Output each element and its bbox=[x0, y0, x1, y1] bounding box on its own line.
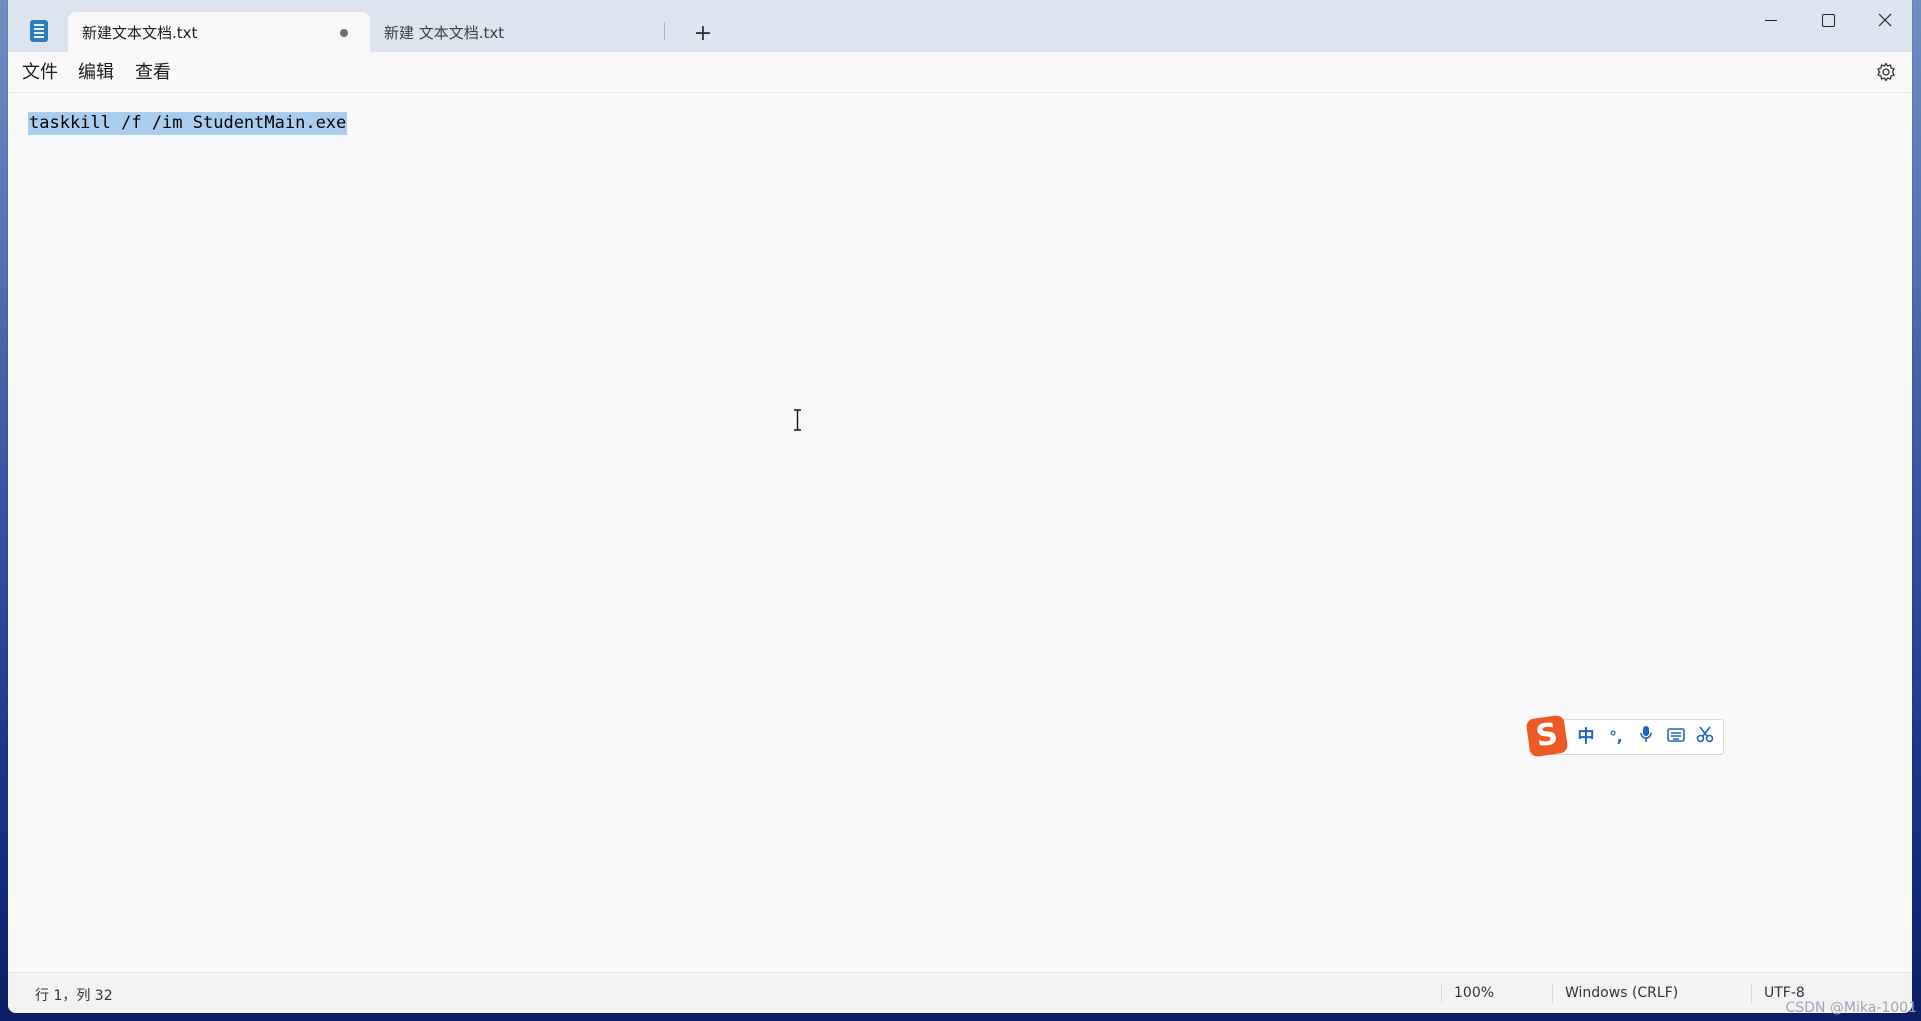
maximize-button[interactable] bbox=[1799, 0, 1857, 40]
maximize-icon bbox=[1821, 13, 1835, 27]
status-divider bbox=[1552, 983, 1553, 1003]
menu-view[interactable]: 查看 bbox=[135, 60, 171, 86]
settings-gear-icon[interactable] bbox=[1876, 62, 1896, 82]
mic-icon[interactable] bbox=[1634, 725, 1658, 749]
ime-punctuation-toggle[interactable]: °, bbox=[1604, 725, 1628, 749]
status-bar: 行 1，列 32 100% Windows (CRLF) UTF-8 bbox=[8, 972, 1912, 1013]
close-button[interactable] bbox=[1856, 0, 1912, 40]
watermark-text: CSDN @Mika-1001 bbox=[1785, 1000, 1917, 1016]
minimize-icon bbox=[1765, 19, 1777, 21]
menu-bar: 文件 编辑 查看 bbox=[8, 52, 1912, 93]
sogou-logo-icon[interactable]: S bbox=[1525, 714, 1569, 758]
ime-toolbar[interactable]: S 中 °, bbox=[1525, 714, 1724, 758]
zoom-level[interactable]: 100% bbox=[1454, 985, 1494, 1001]
cursor-position[interactable]: 行 1，列 32 bbox=[35, 985, 113, 1005]
editor-text-selected[interactable]: taskkill /f /im StudentMain.exe bbox=[28, 112, 348, 135]
notepad-app-icon bbox=[30, 20, 48, 42]
tab-inactive[interactable]: 新建 文本文档.txt bbox=[370, 12, 670, 52]
text-editor[interactable]: taskkill /f /im StudentMain.exe S 中 °, bbox=[8, 93, 1912, 973]
menu-file[interactable]: 文件 bbox=[22, 60, 58, 86]
scissors-icon[interactable] bbox=[1693, 725, 1717, 749]
title-bar[interactable]: 新建文本文档.txt 新建 文本文档.txt + bbox=[8, 0, 1912, 52]
tab-active[interactable]: 新建文本文档.txt bbox=[68, 12, 370, 52]
line-ending[interactable]: Windows (CRLF) bbox=[1565, 985, 1678, 1001]
menu-edit[interactable]: 编辑 bbox=[78, 60, 114, 86]
ime-mode-toggle[interactable]: 中 bbox=[1574, 725, 1598, 749]
ibeam-cursor-icon bbox=[794, 409, 801, 431]
minimize-button[interactable] bbox=[1742, 0, 1800, 40]
close-icon bbox=[1878, 13, 1892, 27]
unsaved-dot-icon[interactable] bbox=[340, 29, 348, 37]
tab-divider bbox=[664, 22, 665, 40]
notepad-window: 新建文本文档.txt 新建 文本文档.txt + 文件 编辑 查看 taskki… bbox=[8, 0, 1912, 1013]
keyboard-icon[interactable] bbox=[1664, 725, 1688, 749]
status-divider bbox=[1751, 983, 1752, 1003]
new-tab-button[interactable]: + bbox=[688, 18, 718, 48]
tab-label: 新建 文本文档.txt bbox=[384, 23, 505, 42]
status-divider bbox=[1441, 983, 1442, 1003]
encoding[interactable]: UTF-8 bbox=[1764, 985, 1805, 1001]
tab-label: 新建文本文档.txt bbox=[82, 23, 198, 42]
